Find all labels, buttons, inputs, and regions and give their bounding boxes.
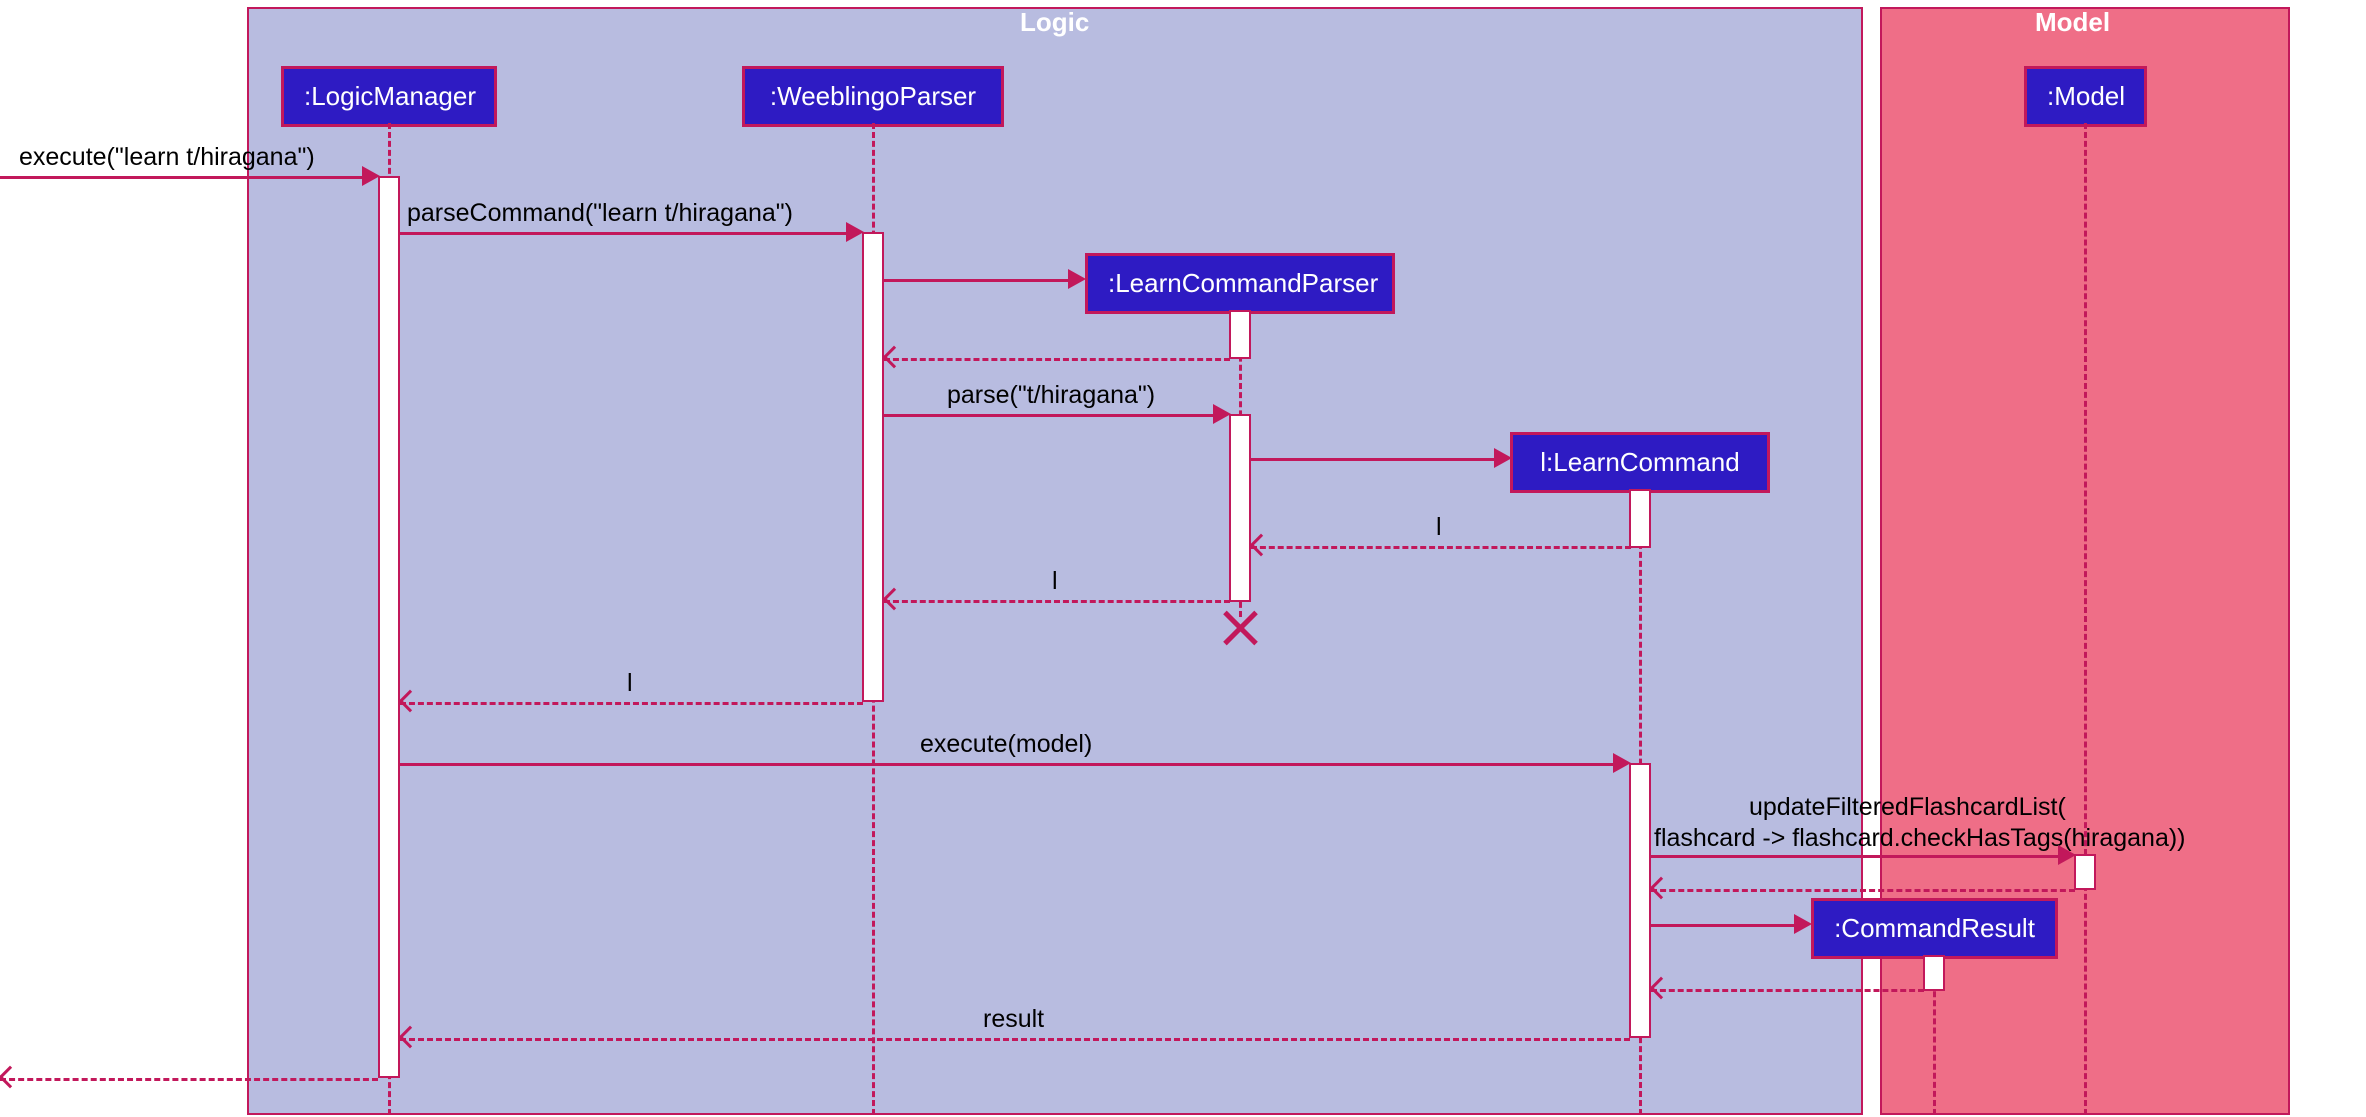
msg-ret-l-1: l — [1436, 513, 1442, 542]
participant-model: :Model — [2024, 66, 2147, 127]
logic-frame-label: Logic — [1020, 7, 1089, 38]
msg-ret-l-3: l — [627, 669, 633, 698]
activation-learn-command-parser-1 — [1229, 310, 1251, 359]
msg-ret-l-2: l — [1052, 567, 1058, 596]
arrowhead-execute-in — [362, 166, 380, 186]
msg-update-filtered-2: flashcard -> flashcard.checkHasTags(hira… — [1654, 824, 2186, 853]
msg-update-filtered-1: updateFilteredFlashcardList( — [1749, 793, 2066, 822]
arrow-return-command-result — [1651, 989, 1924, 992]
lifeline-model — [2084, 123, 2087, 1115]
activation-logic-manager — [378, 176, 400, 1078]
arrowhead-parse-command — [846, 222, 864, 242]
msg-execute-model: execute(model) — [920, 730, 1092, 759]
activation-learn-command-1 — [1629, 489, 1651, 548]
arrowhead-create-command-result — [1794, 914, 1812, 934]
activation-learn-command-2 — [1629, 763, 1651, 1038]
arrow-return-update — [1651, 889, 2075, 892]
arrowhead-create-learn-command — [1494, 448, 1512, 468]
arrow-create-learn-command — [1249, 458, 1495, 461]
arrow-ret-l-3 — [400, 702, 863, 705]
arrow-parse — [883, 414, 1213, 417]
activation-learn-command-parser-2 — [1229, 414, 1251, 602]
activation-model — [2074, 854, 2096, 890]
arrow-update-filtered — [1650, 855, 2058, 858]
arrow-final-return — [0, 1078, 378, 1081]
participant-learn-command-parser: :LearnCommandParser — [1085, 253, 1395, 314]
activation-weeblingo-parser — [862, 232, 884, 702]
destroy-icon — [1220, 608, 1260, 648]
arrow-return-learn-parser-create — [884, 358, 1230, 361]
msg-parse-command: parseCommand("learn t/hiragana") — [407, 199, 793, 228]
msg-parse: parse("t/hiragana") — [947, 381, 1155, 410]
arrow-execute-in — [0, 176, 362, 179]
arrowhead-update-filtered — [2058, 845, 2076, 865]
arrow-execute-model — [399, 763, 1613, 766]
arrow-ret-l-1 — [1251, 546, 1631, 549]
arrowhead-parse — [1213, 404, 1231, 424]
participant-logic-manager: :LogicManager — [281, 66, 497, 127]
arrow-parse-command — [399, 232, 847, 235]
arrow-ret-l-2 — [884, 600, 1230, 603]
activation-command-result — [1923, 955, 1945, 991]
arrowhead-execute-model — [1613, 753, 1631, 773]
participant-learn-command: l:LearnCommand — [1510, 432, 1770, 493]
msg-execute-in: execute("learn t/hiragana") — [19, 143, 315, 172]
arrow-create-command-result — [1650, 924, 1794, 927]
arrowhead-create-learn-parser — [1068, 269, 1086, 289]
arrow-create-learn-parser — [883, 279, 1069, 282]
arrowhead-final-return — [0, 1066, 21, 1089]
msg-result: result — [983, 1005, 1044, 1034]
logic-frame — [247, 7, 1863, 1115]
participant-command-result: :CommandResult — [1811, 898, 2058, 959]
arrow-result — [400, 1038, 1630, 1041]
model-frame-label: Model — [2035, 7, 2110, 38]
participant-weeblingo-parser: :WeeblingoParser — [742, 66, 1004, 127]
